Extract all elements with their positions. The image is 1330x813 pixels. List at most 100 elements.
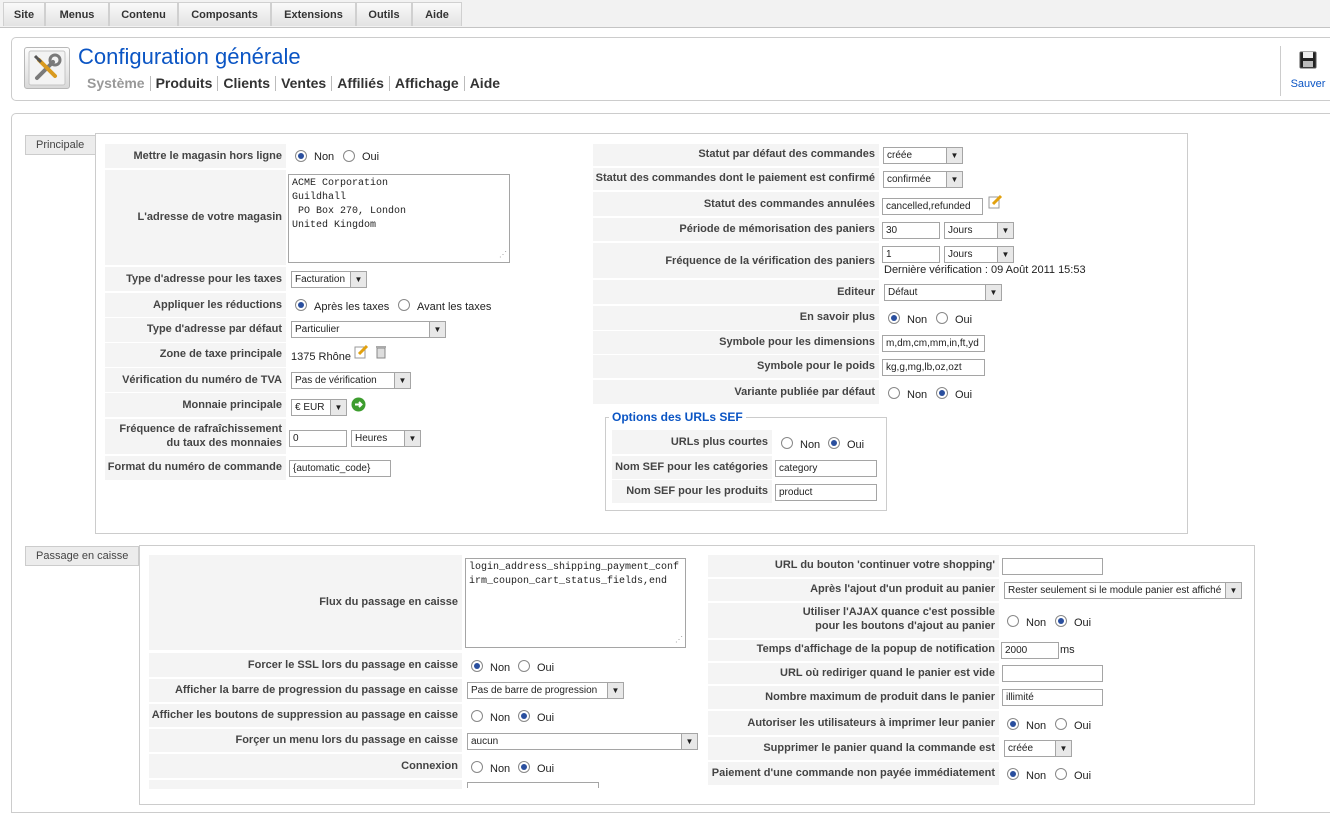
sef-short-yes-radio[interactable] bbox=[828, 437, 840, 449]
chevron-down-icon: ▼ bbox=[946, 172, 962, 187]
check-freq-unit-select[interactable]: Jours ▼ bbox=[944, 246, 1014, 263]
read-more-yes-label: Oui bbox=[955, 314, 973, 326]
ssl-yes-radio[interactable] bbox=[518, 660, 530, 672]
vat-select[interactable]: Pas de vérification ▼ bbox=[291, 372, 411, 389]
force-menu-select[interactable]: aucun ▼ bbox=[467, 733, 698, 750]
row-next-partial bbox=[149, 780, 462, 790]
variant-yes-radio[interactable] bbox=[936, 387, 948, 399]
unpaid-yes-radio[interactable] bbox=[1055, 768, 1067, 780]
ajax-label-2: pour les boutons d'ajout au panier bbox=[815, 620, 995, 632]
subnav-systeme[interactable]: Système bbox=[82, 76, 150, 91]
print-no-radio[interactable] bbox=[1007, 718, 1019, 730]
flow-textarea[interactable]: login_address_shipping_payment_confirm_c… bbox=[465, 558, 686, 648]
menu-outils[interactable]: Outils bbox=[356, 2, 412, 26]
offline-yes-radio[interactable] bbox=[343, 150, 355, 162]
status-paid-select[interactable]: confirmée ▼ bbox=[883, 171, 963, 188]
address-textarea[interactable]: ACME Corporation Guildhall PO Box 270, L… bbox=[288, 174, 510, 263]
row-ajax: Utiliser l'AJAX quance c'est possible po… bbox=[708, 603, 999, 639]
max-products-input[interactable]: illimité bbox=[1002, 689, 1103, 706]
menu-site[interactable]: Site bbox=[3, 2, 45, 26]
order-format-input[interactable]: {automatic_code} bbox=[289, 460, 391, 477]
refresh-input[interactable]: 0 bbox=[289, 430, 347, 447]
edit-icon[interactable] bbox=[988, 194, 1003, 209]
variant-no-radio[interactable] bbox=[888, 387, 900, 399]
continue-url-input[interactable] bbox=[1002, 558, 1103, 575]
delete-no-radio[interactable] bbox=[471, 710, 483, 722]
empty-url-input[interactable] bbox=[1002, 665, 1103, 682]
menu-extensions[interactable]: Extensions bbox=[271, 2, 356, 26]
chevron-down-icon: ▼ bbox=[1055, 741, 1071, 756]
resize-grip-icon[interactable]: ⋰ bbox=[675, 637, 683, 645]
subnav-affichage[interactable]: Affichage bbox=[388, 76, 464, 91]
sef-short-no-radio[interactable] bbox=[781, 437, 793, 449]
dimension-input[interactable]: m,dm,cm,mm,in,ft,yd bbox=[882, 335, 985, 352]
progress-select[interactable]: Pas de barre de progression ▼ bbox=[467, 682, 624, 699]
read-more-no-radio[interactable] bbox=[888, 312, 900, 324]
refresh-arrow-icon[interactable] bbox=[351, 397, 366, 412]
unpaid-no-radio[interactable] bbox=[1007, 768, 1019, 780]
menu-aide[interactable]: Aide bbox=[412, 2, 462, 26]
offline-no-radio[interactable] bbox=[295, 150, 307, 162]
menu-contenu[interactable]: Contenu bbox=[109, 2, 178, 26]
partial-select[interactable] bbox=[467, 782, 599, 788]
row-discount: Appliquer les réductions bbox=[105, 293, 286, 318]
cart-period-unit-select[interactable]: Jours ▼ bbox=[944, 222, 1014, 239]
tab-principale[interactable]: Principale bbox=[25, 135, 96, 155]
row-read-more: En savoir plus bbox=[593, 306, 879, 331]
subnav-affilies[interactable]: Affiliés bbox=[331, 76, 389, 91]
print-yes-radio[interactable] bbox=[1055, 718, 1067, 730]
subnav-clients[interactable]: Clients bbox=[217, 76, 275, 91]
row-empty-url: URL où rediriger quand le panier est vid… bbox=[708, 663, 999, 685]
ajax-no-label: Non bbox=[1026, 617, 1047, 629]
currency-select[interactable]: € EUR ▼ bbox=[291, 399, 347, 416]
sef-prod-input[interactable]: product bbox=[775, 484, 877, 501]
menu-composants[interactable]: Composants bbox=[178, 2, 271, 26]
discount-after-radio[interactable] bbox=[295, 299, 307, 311]
popup-input[interactable]: 2000 bbox=[1001, 642, 1059, 659]
login-no-radio[interactable] bbox=[471, 761, 483, 773]
status-cancelled-input[interactable]: cancelled,refunded bbox=[882, 198, 983, 215]
row-dimension: Symbole pour les dimensions bbox=[593, 331, 879, 355]
subnav-produits[interactable]: Produits bbox=[149, 76, 218, 91]
delete-yes-radio[interactable] bbox=[518, 710, 530, 722]
check-freq-label: Fréquence de la vérification des paniers bbox=[665, 255, 875, 267]
tax-address-select[interactable]: Facturation ▼ bbox=[291, 271, 367, 288]
cart-period-input[interactable]: 30 bbox=[882, 222, 940, 239]
subnav-ventes[interactable]: Ventes bbox=[275, 76, 331, 91]
subnav-aide[interactable]: Aide bbox=[463, 76, 505, 91]
sef-cat-input[interactable]: category bbox=[775, 460, 877, 477]
refresh-unit-select[interactable]: Heures ▼ bbox=[351, 430, 421, 447]
after-add-select[interactable]: Rester seulement si le module panier est… bbox=[1004, 582, 1242, 599]
tab-passage-en-caisse[interactable]: Passage en caisse bbox=[25, 546, 139, 566]
resize-grip-icon[interactable]: ⋰ bbox=[499, 252, 507, 260]
floppy-disk-icon bbox=[1299, 51, 1317, 69]
ssl-label: Forcer le SSL lors du passage en caisse bbox=[247, 659, 458, 671]
row-order-format: Format du numéro de commande bbox=[105, 456, 286, 481]
status-default-select[interactable]: créée ▼ bbox=[883, 147, 963, 164]
row-cart-period: Période de mémorisation des paniers bbox=[593, 218, 879, 242]
delete-no-label: Non bbox=[490, 712, 511, 724]
print-label: Autoriser les utilisateurs à imprimer le… bbox=[747, 717, 995, 729]
menu-menus[interactable]: Menus bbox=[45, 2, 109, 26]
sef-short-no-label: Non bbox=[800, 439, 821, 451]
popup-unit: ms bbox=[1060, 644, 1075, 656]
sef-short-yes-label: Oui bbox=[847, 439, 865, 451]
delete-icon[interactable] bbox=[374, 344, 389, 359]
delete-cart-select[interactable]: créée ▼ bbox=[1004, 740, 1072, 757]
editor-select[interactable]: Défaut ▼ bbox=[884, 284, 1002, 301]
weight-input[interactable]: kg,g,mg,lb,oz,ozt bbox=[882, 359, 985, 376]
default-address-select[interactable]: Particulier ▼ bbox=[291, 321, 446, 338]
ssl-no-radio[interactable] bbox=[471, 660, 483, 672]
check-freq-input[interactable]: 1 bbox=[882, 246, 940, 263]
login-yes-radio[interactable] bbox=[518, 761, 530, 773]
edit-icon[interactable] bbox=[354, 344, 369, 359]
discount-before-radio[interactable] bbox=[398, 299, 410, 311]
read-more-yes-radio[interactable] bbox=[936, 312, 948, 324]
config-tools-icon bbox=[24, 47, 70, 89]
variant-no-label: Non bbox=[907, 389, 928, 401]
ajax-no-radio[interactable] bbox=[1007, 615, 1019, 627]
save-label: Sauver bbox=[1290, 78, 1326, 90]
ajax-yes-radio[interactable] bbox=[1055, 615, 1067, 627]
save-button[interactable]: Sauver bbox=[1280, 46, 1330, 96]
config-subnav: Système Produits Clients Ventes Affiliés Affi… bbox=[82, 75, 505, 91]
